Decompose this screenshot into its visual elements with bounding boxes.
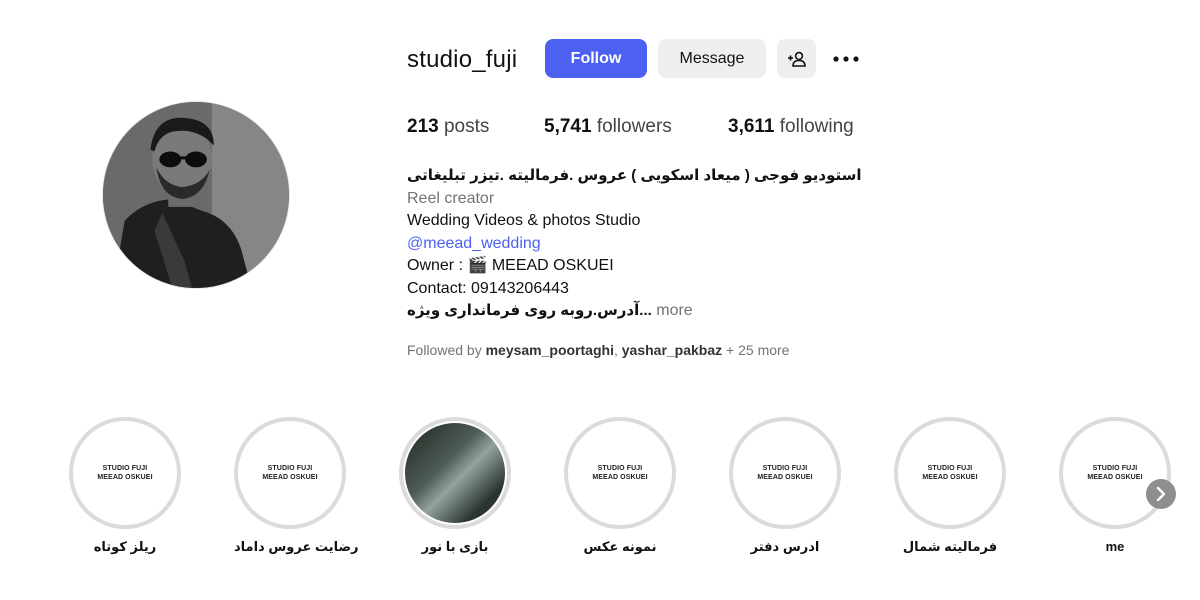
following-label: following [779, 116, 854, 137]
suggested-users-button[interactable] [777, 39, 816, 78]
highlight-cover-text: STUDIO FUJI MEEAD OSKUEI [75, 423, 175, 523]
posts-stat: 213 posts [407, 116, 489, 138]
bio-owner: Owner : 🎬 MEEAD OSKUEI [407, 257, 614, 274]
highlight-cover: STUDIO FUJI MEEAD OSKUEI [729, 417, 841, 529]
followed-by-user[interactable]: meysam_poortaghi [486, 342, 614, 358]
highlight-cover-line: STUDIO FUJI [1092, 465, 1138, 472]
highlight-label: ریلز کوتاه [93, 539, 157, 554]
highlight-cover-line: MEEAD OSKUEI [592, 474, 648, 481]
followed-by-suffix: + 25 more [726, 342, 790, 358]
highlight-cover: STUDIO FUJI MEEAD OSKUEI [564, 417, 676, 529]
highlight-cover [399, 417, 511, 529]
posts-count: 213 [407, 116, 439, 137]
bio-more-link[interactable]: more [656, 302, 692, 319]
highlights-next-button[interactable] [1146, 479, 1176, 509]
chevron-right-icon [1156, 487, 1166, 501]
highlight-cover-text: STUDIO FUJI MEEAD OSKUEI [900, 423, 1000, 523]
bio-mention-link[interactable]: @meead_wedding [407, 233, 907, 256]
profile-username: studio_fuji [407, 46, 518, 73]
followers-count: 5,741 [544, 116, 592, 137]
story-highlight[interactable]: STUDIO FUJI MEEAD OSKUEI ادرس دفتر [729, 417, 841, 555]
highlight-cover-line: STUDIO FUJI [597, 465, 643, 472]
followed-by-user[interactable]: yashar_pakbaz [622, 342, 722, 358]
highlight-cover-line: STUDIO FUJI [102, 465, 148, 472]
story-highlight[interactable]: STUDIO FUJI MEEAD OSKUEI ریلز کوتاه [69, 417, 181, 555]
following-stat[interactable]: 3,611 following [728, 116, 854, 138]
profile-bio: استودیو فوجی ( میعاد اسکویی ) عروس .فرما… [407, 165, 907, 323]
highlight-label: بازی با نور [421, 539, 489, 554]
highlight-cover-text: STUDIO FUJI MEEAD OSKUEI [1065, 423, 1165, 523]
avatar-photo [103, 102, 289, 288]
highlight-label: فرمالیته شمال [902, 539, 998, 554]
highlight-cover-text: STUDIO FUJI MEEAD OSKUEI [240, 423, 340, 523]
followers-label: followers [596, 116, 672, 137]
message-button[interactable]: Message [658, 39, 766, 78]
story-highlight[interactable]: STUDIO FUJI MEEAD OSKUEI رضایت عروس داما… [234, 417, 359, 555]
highlight-cover-line: STUDIO FUJI [927, 465, 973, 472]
followed-by[interactable]: Followed by meysam_poortaghi, yashar_pak… [407, 342, 789, 358]
followed-by-prefix: Followed by [407, 342, 482, 358]
highlight-cover-line: MEEAD OSKUEI [262, 474, 318, 481]
person-add-icon [787, 51, 806, 67]
highlight-label: ادرس دفتر [750, 539, 820, 554]
highlight-cover-line: MEEAD OSKUEI [757, 474, 813, 481]
follow-button[interactable]: Follow [545, 39, 647, 78]
highlight-cover-line: MEEAD OSKUEI [922, 474, 978, 481]
posts-label: posts [443, 116, 490, 137]
highlight-cover: STUDIO FUJI MEEAD OSKUEI [1059, 417, 1171, 529]
story-highlight[interactable]: STUDIO FUJI MEEAD OSKUEI نمونه عکس [564, 417, 676, 555]
highlight-cover-line: STUDIO FUJI [762, 465, 808, 472]
highlight-cover: STUDIO FUJI MEEAD OSKUEI [234, 417, 346, 529]
highlight-cover: STUDIO FUJI MEEAD OSKUEI [894, 417, 1006, 529]
profile-avatar[interactable] [102, 101, 290, 289]
highlight-label: رضایت عروس داماد [234, 539, 359, 554]
followed-by-separator: , [613, 342, 618, 358]
highlight-cover-line: MEEAD OSKUEI [1087, 474, 1143, 481]
highlight-cover-text: STUDIO FUJI MEEAD OSKUEI [735, 423, 835, 523]
following-count: 3,611 [728, 116, 775, 137]
more-horizontal-icon [833, 56, 859, 62]
highlight-cover: STUDIO FUJI MEEAD OSKUEI [69, 417, 181, 529]
highlight-cover-line: STUDIO FUJI [267, 465, 313, 472]
profile-full-name: استودیو فوجی ( میعاد اسکویی ) عروس .فرما… [407, 167, 862, 184]
followers-stat[interactable]: 5,741 followers [544, 116, 672, 138]
bio-address: آدرس.روبه روی فرمانداری ویژه... [407, 302, 652, 319]
story-highlight[interactable]: STUDIO FUJI MEEAD OSKUEI فرمالیته شمال [894, 417, 1006, 555]
highlight-cover-line: MEEAD OSKUEI [97, 474, 153, 481]
highlight-cover-photo [405, 423, 505, 523]
bio-line: Wedding Videos & photos Studio [407, 212, 641, 229]
highlight-cover-text: STUDIO FUJI MEEAD OSKUEI [570, 423, 670, 523]
story-highlight[interactable]: بازی با نور [399, 417, 511, 555]
highlight-label: me [1105, 539, 1125, 554]
bio-contact: Contact: 09143206443 [407, 279, 569, 297]
highlight-label: نمونه عکس [583, 539, 657, 554]
options-button[interactable] [830, 45, 862, 73]
profile-category: Reel creator [407, 189, 495, 207]
